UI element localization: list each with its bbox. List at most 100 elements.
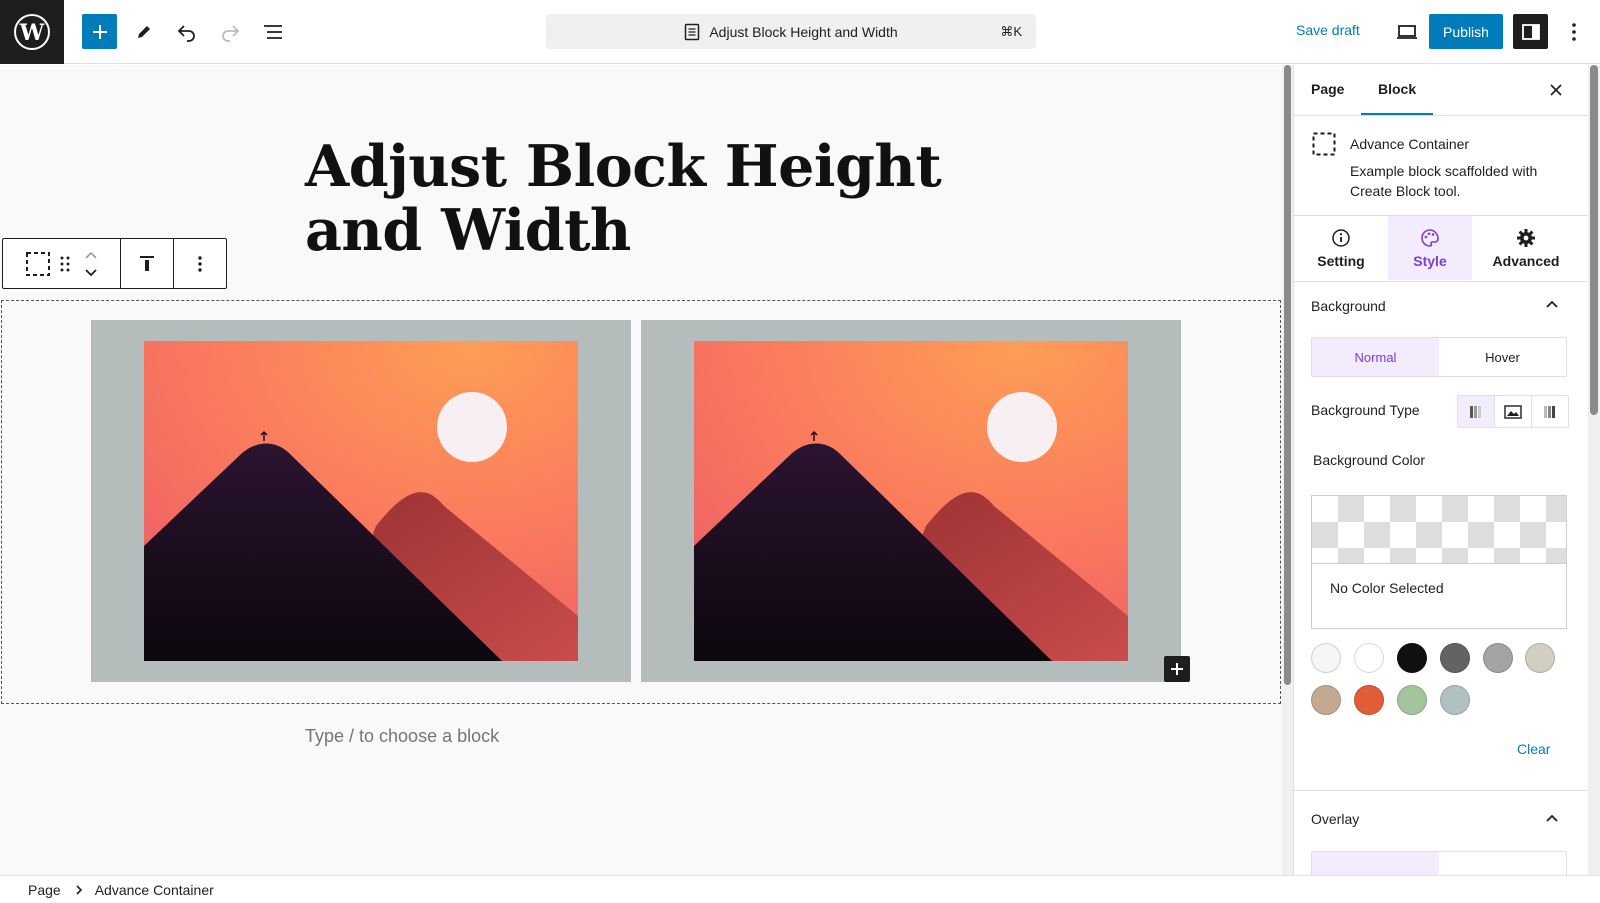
clear-color-button[interactable]: Clear xyxy=(1517,741,1550,757)
background-color-label: Background Color xyxy=(1313,452,1426,468)
pencil-icon xyxy=(138,26,150,38)
close-icon[interactable] xyxy=(1549,83,1563,97)
page-title[interactable]: Adjust Block Height and Width xyxy=(305,135,945,263)
redo-button[interactable] xyxy=(212,14,248,50)
wordpress-icon: W xyxy=(14,14,50,50)
preview-icon xyxy=(1397,25,1417,39)
color-swatch-1[interactable] xyxy=(1311,643,1341,673)
bg-type-color-button[interactable] xyxy=(1458,396,1495,427)
chevron-up-icon[interactable] xyxy=(1545,813,1559,823)
more-vertical-icon xyxy=(198,255,202,272)
block-options-button[interactable] xyxy=(174,239,226,288)
container-block-icon xyxy=(1312,132,1336,156)
editor-canvas: Adjust Block Height and Width Type / to … xyxy=(0,65,1282,875)
more-vertical-icon xyxy=(1572,23,1576,41)
options-button[interactable] xyxy=(1556,14,1592,50)
advance-container-block[interactable] xyxy=(1,300,1281,704)
block-card-description: Example block scaffolded with Create Blo… xyxy=(1350,163,1538,199)
column-left[interactable] xyxy=(91,320,631,682)
list-view-button[interactable] xyxy=(255,14,291,50)
no-color-text: No Color Selected xyxy=(1330,580,1444,596)
move-up-down-icon[interactable] xyxy=(83,249,99,279)
overlay-normal-button[interactable] xyxy=(1312,852,1439,875)
color-swatch-10[interactable] xyxy=(1440,685,1470,715)
color-swatch-3[interactable] xyxy=(1397,643,1427,673)
breadcrumb-advance-container[interactable]: Advance Container xyxy=(95,882,214,898)
drag-handle-icon[interactable] xyxy=(59,255,71,273)
tab-advanced-label: Advanced xyxy=(1492,252,1560,269)
tab-page[interactable]: Page xyxy=(1311,81,1344,97)
gear-icon xyxy=(1517,228,1535,247)
background-state-toggle: Normal Hover xyxy=(1311,337,1567,377)
tab-setting-label: Setting xyxy=(1317,252,1365,269)
color-swatch-2[interactable] xyxy=(1354,643,1384,673)
sidebar-tabs: Page Block xyxy=(1294,65,1588,116)
settings-toggle-button[interactable] xyxy=(1513,14,1548,49)
landscape-illustration xyxy=(144,341,578,661)
wordpress-logo[interactable]: W xyxy=(0,0,64,64)
block-placeholder[interactable]: Type / to choose a block xyxy=(305,726,499,747)
add-block-button[interactable] xyxy=(82,14,117,49)
svg-text:W: W xyxy=(19,20,45,46)
overlay-panel: Overlay xyxy=(1294,790,1588,875)
settings-sidebar: Page Block Advance Container Example blo… xyxy=(1293,65,1588,875)
block-inserter-button[interactable] xyxy=(1164,656,1190,682)
editor-header: W Adjust Block Height and Width ⌘K Save … xyxy=(0,0,1600,64)
canvas-scrollbar[interactable] xyxy=(1282,65,1293,875)
plus-icon xyxy=(92,24,107,39)
list-view-icon xyxy=(264,25,282,39)
gradient-icon xyxy=(1544,405,1555,418)
save-draft-button[interactable]: Save draft xyxy=(1296,22,1360,38)
chevron-right-icon xyxy=(76,884,82,895)
undo-icon xyxy=(177,25,195,42)
undo-button[interactable] xyxy=(169,14,205,50)
overlay-state-toggle xyxy=(1311,851,1567,875)
tab-setting[interactable]: Setting xyxy=(1299,216,1383,280)
color-swatch-8[interactable] xyxy=(1354,685,1384,715)
sidebar-scrollbar[interactable] xyxy=(1588,65,1600,875)
color-swatch-4[interactable] xyxy=(1440,643,1470,673)
landscape-image-right[interactable] xyxy=(694,341,1128,661)
sidebar-scrollbar-thumb[interactable] xyxy=(1590,65,1598,415)
gradient-icon xyxy=(1470,405,1481,418)
color-swatch-5[interactable] xyxy=(1483,643,1513,673)
state-normal-button[interactable]: Normal xyxy=(1312,338,1439,376)
breadcrumb: Page Advance Container xyxy=(0,875,1600,903)
state-hover-button[interactable]: Hover xyxy=(1439,338,1566,376)
inspector-tabs: Setting Style Advanced xyxy=(1294,216,1588,282)
document-icon xyxy=(685,23,700,40)
bg-type-image-button[interactable] xyxy=(1495,396,1532,427)
publish-button[interactable]: Publish xyxy=(1429,14,1503,49)
color-picker-preview[interactable]: No Color Selected xyxy=(1311,495,1567,629)
tab-block[interactable]: Block xyxy=(1361,81,1434,115)
background-type-label: Background Type xyxy=(1311,402,1420,418)
overlay-hover-button[interactable] xyxy=(1439,852,1566,875)
color-swatch-9[interactable] xyxy=(1397,685,1427,715)
landscape-illustration xyxy=(694,341,1128,661)
overlay-panel-title[interactable]: Overlay xyxy=(1311,811,1359,827)
preview-button[interactable] xyxy=(1389,14,1425,50)
command-bar[interactable]: Adjust Block Height and Width ⌘K xyxy=(546,14,1036,49)
align-button[interactable] xyxy=(121,239,174,288)
shortcut-hint: ⌘K xyxy=(1000,23,1022,39)
tab-advanced[interactable]: Advanced xyxy=(1476,216,1576,280)
plus-icon xyxy=(1171,663,1183,675)
background-type-toggle xyxy=(1457,395,1569,428)
sidebar-toggle-icon xyxy=(1521,23,1540,40)
background-panel-title[interactable]: Background xyxy=(1311,298,1386,314)
document-title: Adjust Block Height and Width xyxy=(709,23,898,40)
container-block-icon[interactable] xyxy=(25,251,51,277)
color-swatch-6[interactable] xyxy=(1525,643,1555,673)
color-swatch-7[interactable] xyxy=(1311,685,1341,715)
column-right[interactable] xyxy=(641,320,1181,682)
chevron-up-icon[interactable] xyxy=(1545,299,1559,309)
tab-style[interactable]: Style xyxy=(1388,216,1472,280)
landscape-image-left[interactable] xyxy=(144,341,578,661)
bg-type-gradient-button[interactable] xyxy=(1532,396,1568,427)
block-toolbar xyxy=(2,238,227,289)
palette-icon xyxy=(1421,228,1439,247)
breadcrumb-page[interactable]: Page xyxy=(28,882,61,898)
transparent-checkerboard xyxy=(1312,496,1566,564)
canvas-scrollbar-thumb[interactable] xyxy=(1284,65,1291,685)
tools-button[interactable] xyxy=(126,14,162,50)
